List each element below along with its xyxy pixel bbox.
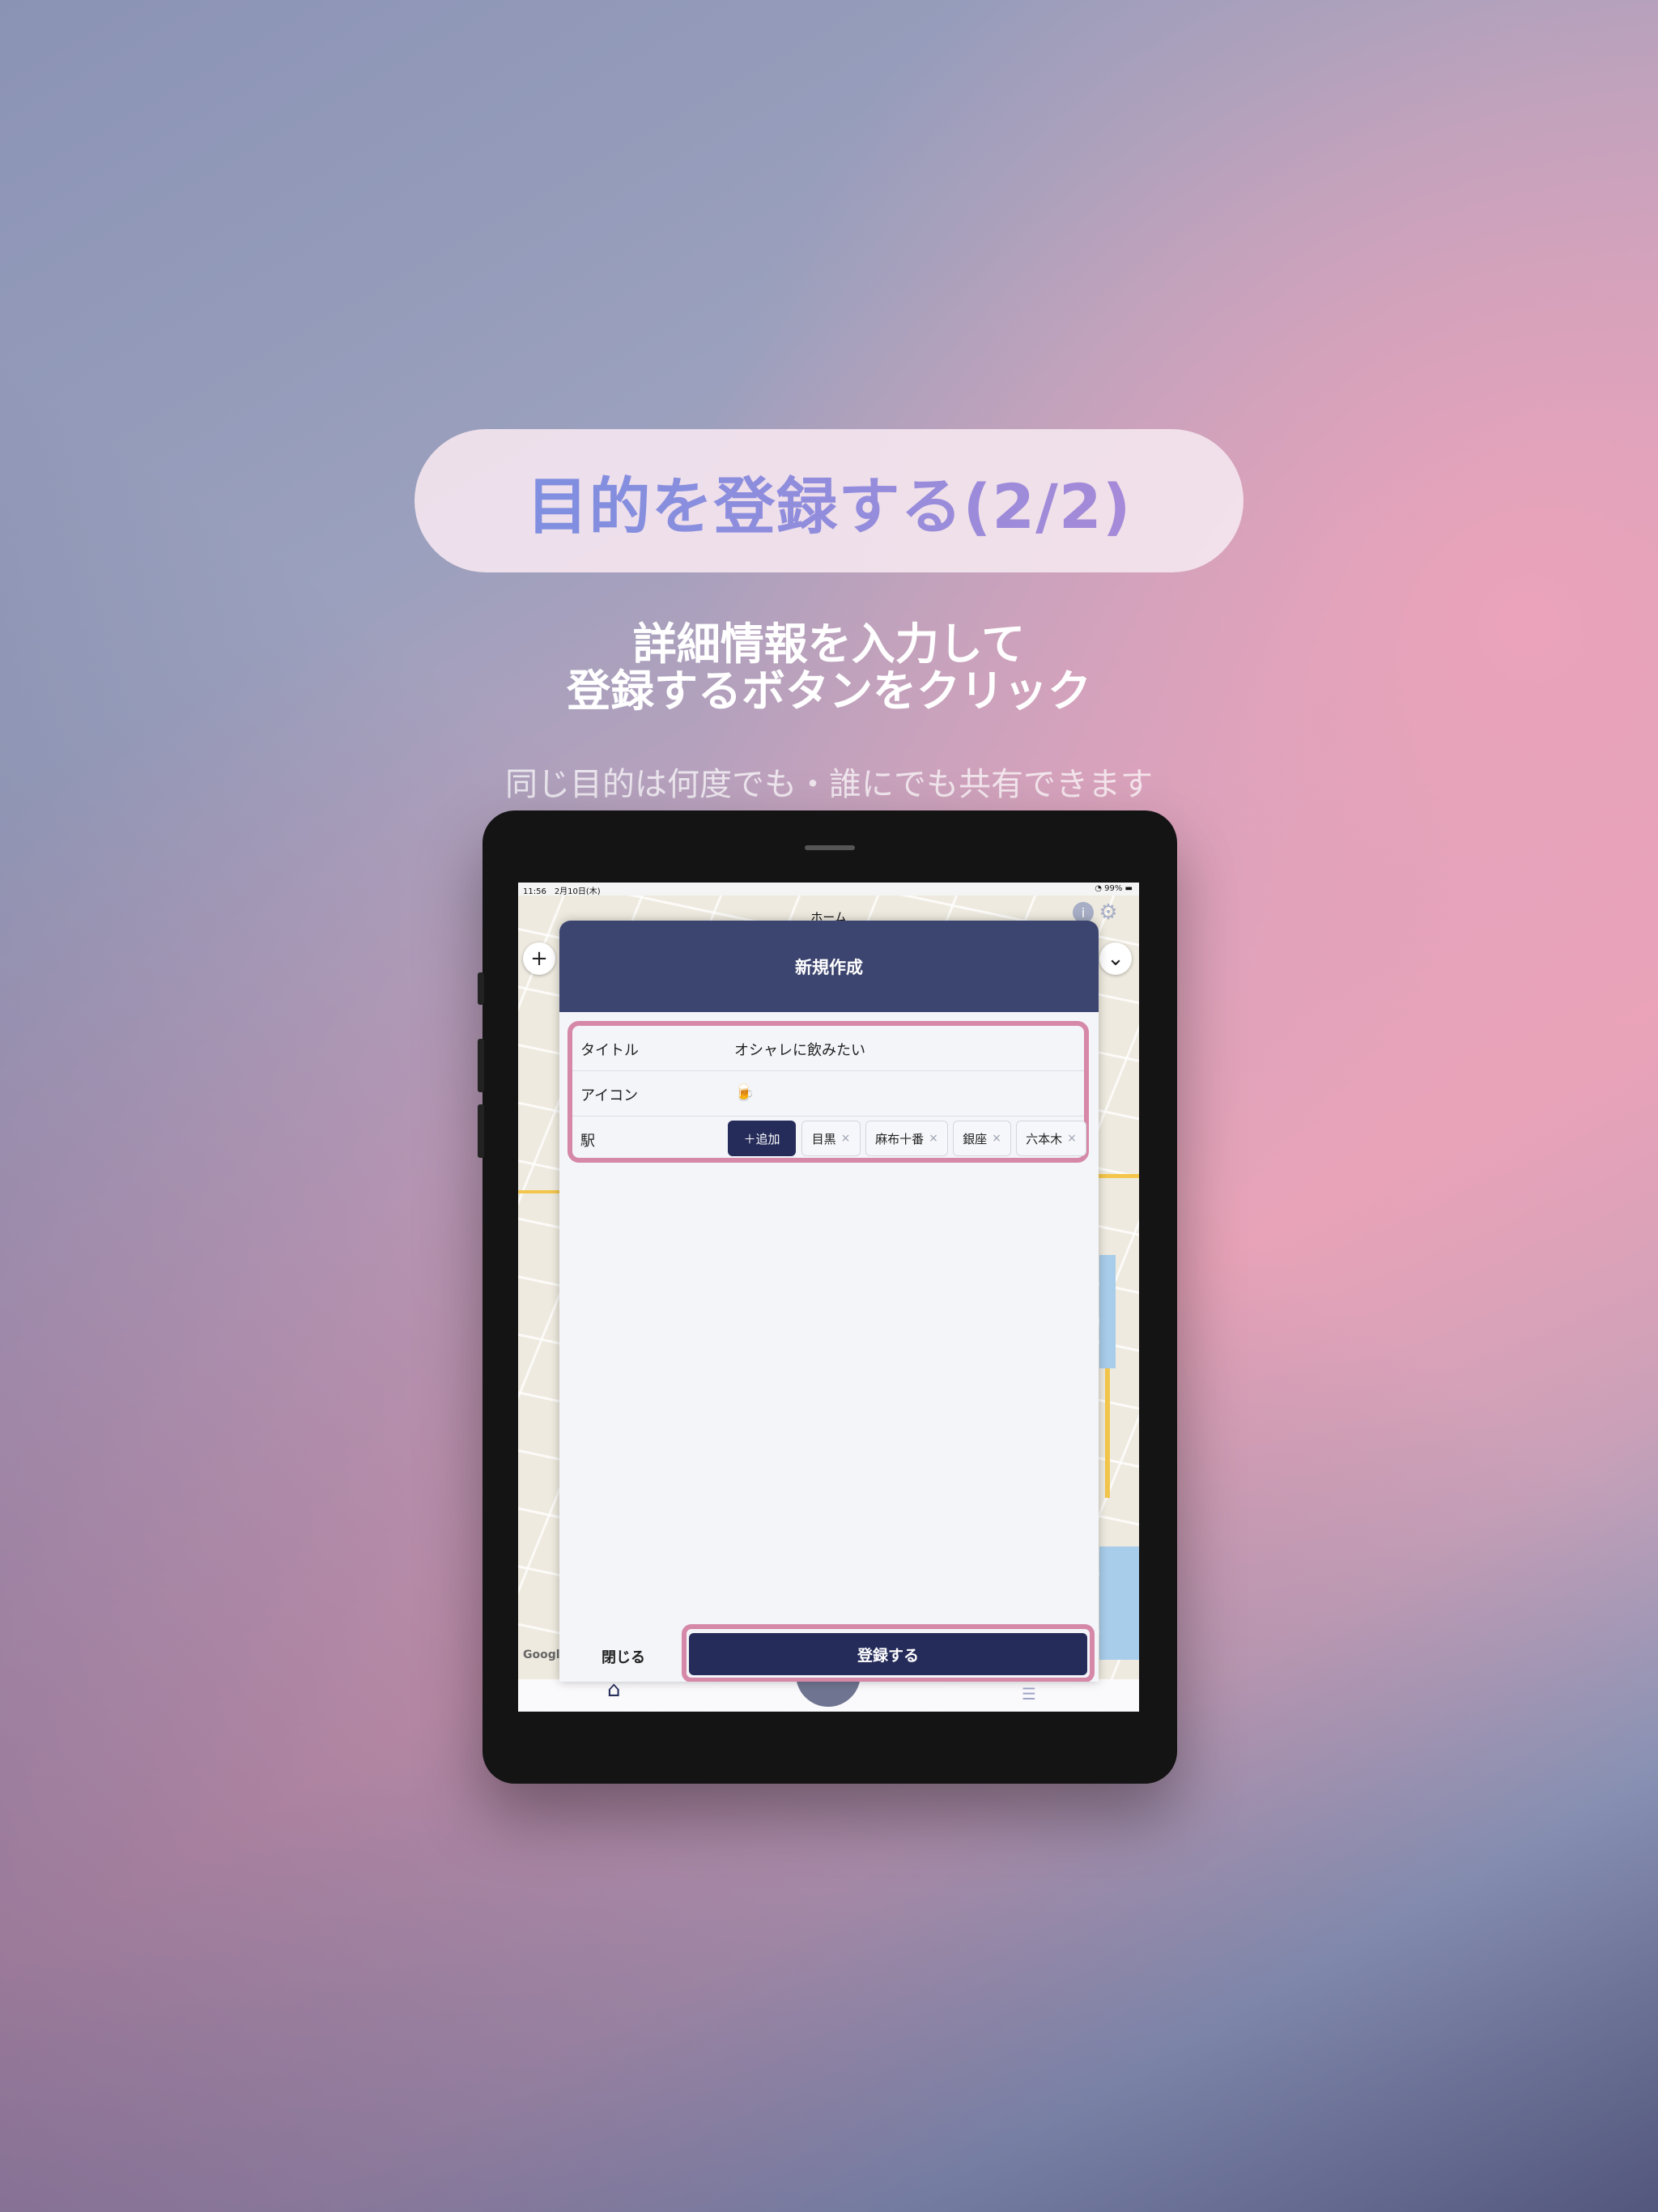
device-screen: 11:56 2月10日(木) ◔ 99% ▬ ホーム i ⚙ + ⌄ Googl… (518, 883, 1139, 1712)
wifi-icon: ◔ (1095, 884, 1105, 893)
register-label: 登録する (857, 1646, 919, 1665)
remove-icon[interactable]: × (1067, 1132, 1077, 1145)
battery-icon: ▬ (1124, 884, 1133, 893)
station-chip-label: 六本木 (1026, 1131, 1063, 1146)
remove-icon[interactable]: × (992, 1132, 1001, 1145)
subline: 同じ目的は何度でも・誰にでも共有できます (505, 766, 1153, 803)
beer-icon[interactable]: 🍺 (734, 1083, 755, 1102)
status-battery: ◔ 99% ▬ (1095, 884, 1133, 893)
add-map-button[interactable]: + (523, 942, 555, 975)
station-chip[interactable]: 銀座 × (953, 1121, 1011, 1156)
map-road (1105, 1368, 1110, 1498)
headline-line-1: 詳細情報を入力して (632, 619, 1026, 670)
station-chip[interactable]: 六本木 × (1016, 1121, 1086, 1156)
status-bar: 11:56 2月10日(木) ◔ 99% ▬ (518, 883, 1139, 896)
plus-icon: + (530, 946, 548, 971)
tab-bar: ⌂ ☰ (518, 1642, 1139, 1712)
title-pill: 目的を登録する(2/2) (414, 429, 1244, 572)
google-logo: Googl (523, 1648, 560, 1661)
station-row: 駅 ＋追加 目黒 × 麻布十番 × 銀座 × 六本木 × (572, 1117, 1086, 1160)
device-notch (805, 845, 855, 850)
title-row[interactable]: タイトル オシャレに飲みたい (572, 1026, 1084, 1071)
device-side-button (478, 972, 484, 1005)
icon-label: アイコン (580, 1087, 639, 1104)
promo-poster: 目的を登録する(2/2) 詳細情報を入力して 登録するボタンをクリック 同じ目的… (0, 0, 1658, 2212)
station-chip-label: 目黒 (811, 1131, 836, 1146)
remove-icon[interactable]: × (841, 1132, 851, 1145)
battery-percent: 99% (1104, 884, 1123, 893)
device-side-button (478, 1104, 484, 1158)
dropdown-button[interactable]: ⌄ (1099, 942, 1132, 975)
modal-header: 新規作成 (559, 921, 1099, 1012)
map-water (1099, 1255, 1116, 1368)
new-item-modal: 新規作成 タイトル オシャレに飲みたい アイコン 🍺 駅 ＋追加 目黒 × 麻布… (559, 921, 1099, 1682)
station-chip[interactable]: 麻布十番 × (865, 1121, 948, 1156)
page-title: 目的を登録する(2/2) (527, 457, 1132, 546)
modal-title: 新規作成 (795, 957, 863, 977)
station-chip[interactable]: 目黒 × (801, 1121, 861, 1156)
register-button[interactable]: 登録する (689, 1633, 1087, 1675)
remove-icon[interactable]: × (929, 1132, 938, 1145)
title-label: タイトル (580, 1042, 639, 1059)
station-chip-label: 麻布十番 (875, 1131, 925, 1146)
title-input[interactable]: オシャレに飲みたい (734, 1039, 865, 1060)
add-station-label: ＋追加 (743, 1131, 780, 1146)
headline-line-2: 登録するボタンをクリック (567, 666, 1091, 717)
tablet-device: 11:56 2月10日(木) ◔ 99% ▬ ホーム i ⚙ + ⌄ Googl… (478, 810, 1177, 1784)
station-chip-label: 銀座 (963, 1131, 988, 1146)
station-label: 駅 (580, 1133, 595, 1150)
map-water (1099, 1546, 1139, 1660)
gear-icon[interactable]: ⚙ (1098, 900, 1119, 925)
list-icon[interactable]: ☰ (1022, 1684, 1036, 1704)
device-side-button (478, 1039, 484, 1092)
status-time: 11:56 2月10日(木) (523, 887, 601, 896)
detail-form: タイトル オシャレに飲みたい アイコン 🍺 駅 ＋追加 目黒 × 麻布十番 × … (568, 1021, 1089, 1163)
close-button[interactable]: 閉じる (602, 1646, 645, 1667)
add-station-button[interactable]: ＋追加 (728, 1121, 796, 1156)
icon-row[interactable]: アイコン 🍺 (572, 1071, 1084, 1117)
chevron-down-icon: ⌄ (1107, 946, 1124, 971)
